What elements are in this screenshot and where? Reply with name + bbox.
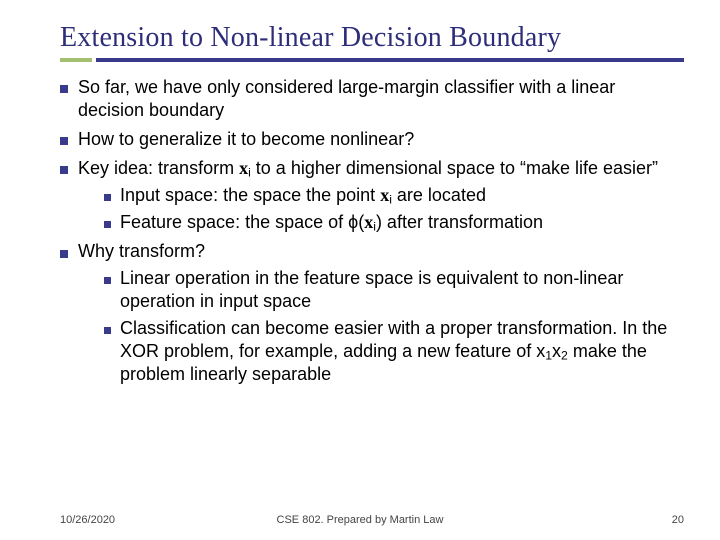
bullet-3-2-a: Feature space: the space of ϕ( <box>120 212 364 232</box>
bullet-4-sublist: Linear operation in the feature space is… <box>104 267 684 386</box>
bullet-3-1-var: x <box>380 185 389 205</box>
slide-title: Extension to Non-linear Decision Boundar… <box>60 22 684 54</box>
bullet-3-var: x <box>239 158 248 178</box>
bullet-3-a: Key idea: transform <box>78 158 239 178</box>
slide: Extension to Non-linear Decision Boundar… <box>0 0 720 540</box>
title-underline <box>60 58 684 62</box>
bullet-4-text: Why transform? <box>78 241 205 261</box>
bullet-3-b: to a higher dimensional space to “make l… <box>251 158 658 178</box>
body-text: So far, we have only considered large-ma… <box>60 76 684 386</box>
bullet-4-2-mid: x <box>552 341 561 361</box>
bullet-4-2: Classification can become easier with a … <box>104 317 684 386</box>
accent-short <box>60 58 92 62</box>
accent-long <box>96 58 684 62</box>
bullet-3-2-var: x <box>364 212 373 232</box>
footer-date: 10/26/2020 <box>60 514 115 526</box>
bullet-1: So far, we have only considered large-ma… <box>60 76 684 122</box>
bullet-3: Key idea: transform xi to a higher dimen… <box>60 157 684 234</box>
bullet-4: Why transform? Linear operation in the f… <box>60 240 684 386</box>
bullet-3-1: Input space: the space the point xi are … <box>104 184 684 207</box>
bullet-2: How to generalize it to become nonlinear… <box>60 128 684 151</box>
footer-page: 20 <box>672 514 684 526</box>
bullet-3-2: Feature space: the space of ϕ(xi) after … <box>104 211 684 234</box>
bullet-3-1-a: Input space: the space the point <box>120 185 380 205</box>
title-block: Extension to Non-linear Decision Boundar… <box>60 22 684 62</box>
bullet-list: So far, we have only considered large-ma… <box>60 76 684 386</box>
bullet-1-text: So far, we have only considered large-ma… <box>78 77 615 120</box>
bullet-3-sublist: Input space: the space the point xi are … <box>104 184 684 234</box>
bullet-3-1-b: are located <box>392 185 486 205</box>
bullet-4-2-s2: 2 <box>561 349 568 363</box>
bullet-3-2-b: ) after transformation <box>376 212 543 232</box>
bullet-2-text: How to generalize it to become nonlinear… <box>78 129 414 149</box>
bullet-4-1-text: Linear operation in the feature space is… <box>120 268 623 311</box>
footer: 10/26/2020 CSE 802. Prepared by Martin L… <box>0 514 720 526</box>
bullet-4-1: Linear operation in the feature space is… <box>104 267 684 313</box>
